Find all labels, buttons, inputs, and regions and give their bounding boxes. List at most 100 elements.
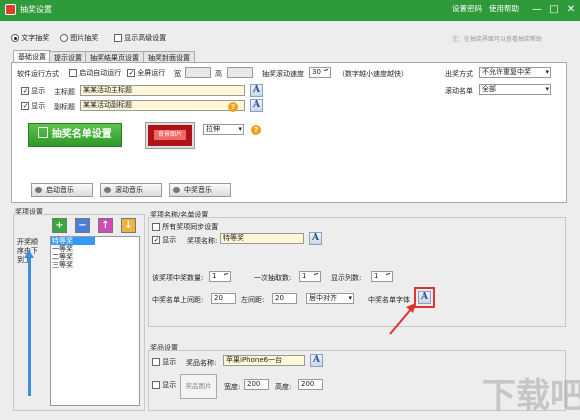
close-button[interactable]: ✕ (562, 2, 580, 18)
minimize-button[interactable]: — (528, 2, 546, 18)
gift-image-button[interactable]: 奖品图片 (180, 374, 217, 399)
main-title-font-button[interactable]: A (250, 84, 263, 97)
checkbox-icon (152, 223, 160, 231)
checkbox-icon (127, 69, 135, 77)
list-item[interactable]: 三等奖 (51, 261, 139, 269)
tab-basic[interactable]: 基础设置 (13, 50, 51, 62)
background-image-button[interactable]: 背景图片 (145, 122, 195, 149)
gift-height-input[interactable]: 200 (298, 379, 323, 390)
advanced-settings-checkbox[interactable]: 显示高级设置 (114, 33, 166, 43)
prize-list[interactable]: 特等奖 一等奖 二等奖 三等奖 (50, 236, 140, 406)
gift-name-label: 奖品名称: (186, 359, 217, 367)
count-label: 该奖项中奖数量: (152, 274, 204, 282)
speed-label: 抽奖滚动速度 (262, 70, 304, 78)
window-title: 抽奖设置 (20, 5, 52, 14)
list-settings-button[interactable]: 抽奖名单设置 (28, 123, 122, 147)
show-label: 显示 (162, 358, 177, 366)
arrow-head-icon (24, 250, 34, 258)
stretch-select[interactable]: 拉伸 (203, 124, 244, 135)
main-title-input[interactable]: 某某活动主标题 (80, 85, 245, 96)
prize-name-input[interactable]: 特等奖 (220, 233, 304, 244)
per-draw-label: 一次抽取数: (254, 274, 292, 282)
auto-start-checkbox[interactable]: 启动自动运行 (69, 68, 121, 78)
roll-label: 滚动名单 (445, 87, 473, 95)
speed-spinner[interactable]: 30 (309, 67, 331, 78)
sub-title-label: 副标题 (54, 103, 75, 111)
width-label: 宽 (174, 70, 181, 78)
list-settings-icon (38, 127, 49, 138)
gift-width-input[interactable]: 200 (244, 379, 269, 390)
tab-cover[interactable]: 抽奖封面设置 (143, 51, 195, 62)
prize-name-font-button[interactable]: A (309, 232, 322, 245)
fullscreen-label: 全屏运行 (137, 69, 166, 77)
align-select[interactable]: 居中对齐 (306, 293, 354, 304)
columns-label: 显示列数: (331, 274, 362, 282)
help-link[interactable]: 使用帮助 (489, 3, 519, 14)
output-select[interactable]: 不允许重复中奖 (479, 67, 551, 78)
tab-prompt[interactable]: 提示设置 (49, 51, 87, 62)
checkbox-icon (152, 381, 160, 389)
fullscreen-checkbox[interactable]: 全屏运行 (127, 68, 165, 78)
radio-image-draw-label: 图片抽奖 (70, 34, 99, 42)
radio-text-draw[interactable]: 文字抽奖 (11, 33, 49, 43)
remove-prize-button[interactable]: − (75, 218, 90, 233)
maximize-button[interactable]: □ (545, 2, 563, 18)
top-margin-label: 中奖名单上间距: (152, 296, 204, 304)
order-arrow-icon (28, 256, 31, 396)
list-item[interactable]: 一等奖 (51, 245, 139, 253)
app-icon (5, 4, 16, 15)
show-gift-name-checkbox[interactable]: 显示 (152, 357, 176, 367)
width-input[interactable] (185, 67, 211, 78)
columns-spinner[interactable]: 1 (371, 271, 393, 282)
red-arrow-icon (389, 303, 416, 335)
settings-password-link[interactable]: 设置密码 (452, 3, 482, 14)
move-up-button[interactable]: ↑ (98, 218, 113, 233)
top-margin-input[interactable]: 20 (211, 293, 236, 304)
auto-start-label: 启动自动运行 (79, 69, 122, 77)
left-margin-input[interactable]: 20 (272, 293, 297, 304)
tab-result-page[interactable]: 抽奖结果页设置 (85, 51, 144, 62)
gift-name-input[interactable]: 苹果iPhone6一台 (223, 355, 305, 366)
output-label: 出奖方式 (445, 70, 473, 78)
show-label: 显示 (31, 102, 46, 110)
main-title-label: 主标题 (54, 88, 75, 96)
move-down-button[interactable]: ↓ (121, 218, 136, 233)
list-item[interactable]: 特等奖 (51, 237, 95, 245)
show-sub-title-checkbox[interactable]: 显示 (21, 101, 45, 111)
speed-hint: （数字越小速度越快） (338, 70, 408, 78)
sync-all-checkbox[interactable]: 所有奖项同步设置 (152, 222, 218, 232)
radio-icon (60, 34, 68, 42)
left-margin-label: 左间距: (241, 296, 265, 304)
show-label: 显示 (162, 381, 177, 389)
sub-title-font-button[interactable]: A (250, 99, 263, 112)
count-spinner[interactable]: 1 (209, 271, 231, 282)
sub-title-input[interactable]: 某某活动副标题 (80, 100, 245, 111)
help-question-icon[interactable]: ? (251, 125, 261, 135)
run-mode-label: 软件运行方式 (17, 70, 59, 78)
per-draw-spinner[interactable]: 1 (299, 271, 321, 282)
height-label: 高 (215, 70, 222, 78)
background-image-label: 背景图片 (154, 130, 186, 140)
help-question-icon[interactable]: ? (228, 102, 238, 112)
win-music-button[interactable]: 中奖音乐 (169, 183, 231, 197)
help-note: 注：在抽奖界面可以查看抽奖帮助 (452, 36, 543, 43)
radio-image-draw[interactable]: 图片抽奖 (60, 33, 98, 43)
window: 抽奖设置 设置密码 使用帮助 — □ ✕ 文字抽奖 图片抽奖 显示高级设置 注：… (0, 0, 580, 420)
roll-select[interactable]: 全部 (479, 84, 551, 95)
height-input[interactable] (227, 67, 253, 78)
add-prize-button[interactable]: + (52, 218, 67, 233)
show-main-title-checkbox[interactable]: 显示 (21, 86, 45, 96)
checkbox-icon (21, 102, 29, 110)
checkbox-icon (114, 34, 122, 42)
radio-text-draw-label: 文字抽奖 (21, 34, 50, 42)
roll-music-button[interactable]: 滚动音乐 (100, 183, 162, 197)
gift-name-font-button[interactable]: A (310, 354, 323, 367)
watermark: 下载吧 (482, 376, 580, 416)
show-gift-image-checkbox[interactable]: 显示 (152, 380, 176, 390)
gift-height-label: 高度: (275, 383, 292, 391)
checkbox-icon (21, 87, 29, 95)
start-music-button[interactable]: 启动音乐 (31, 183, 93, 197)
checkbox-icon (152, 236, 160, 244)
list-item[interactable]: 二等奖 (51, 253, 139, 261)
show-prize-name-checkbox[interactable]: 显示 (152, 235, 176, 245)
